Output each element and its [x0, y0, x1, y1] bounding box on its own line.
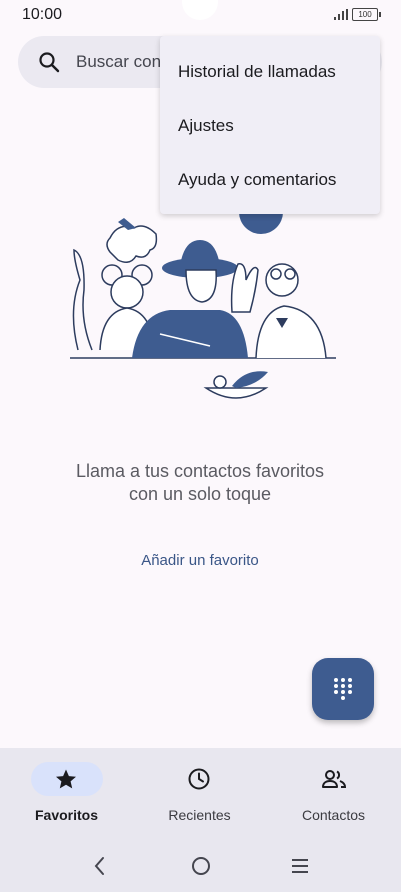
favorites-illustration: [60, 190, 340, 410]
nav-label-favorites: Favoritos: [34, 807, 98, 823]
camera-notch: [182, 0, 218, 20]
status-time: 10:00: [22, 6, 63, 23]
overflow-menu: Historial de llamadas Ajustes Ayuda y co…: [160, 36, 380, 214]
nav-item-recents[interactable]: Recientes: [133, 748, 266, 838]
status-bar: 10:00 100: [0, 0, 401, 30]
nav-label-contacts: Contactos: [301, 807, 366, 823]
home-icon[interactable]: [190, 855, 212, 877]
menu-item-help-feedback[interactable]: Ayuda y comentarios: [178, 170, 336, 190]
clock-icon: [188, 768, 210, 790]
dialpad-icon: [334, 678, 352, 700]
menu-item-settings[interactable]: Ajustes: [178, 116, 234, 136]
back-icon[interactable]: [92, 855, 108, 877]
dialpad-button[interactable]: [312, 658, 374, 720]
menu-item-call-history[interactable]: Historial de llamadas: [178, 62, 336, 82]
signal-icon: [334, 9, 348, 20]
battery-icon: 100: [352, 8, 381, 21]
star-icon: [56, 769, 76, 789]
nav-item-favorites[interactable]: Favoritos: [0, 748, 133, 838]
menu-icon[interactable]: [290, 855, 310, 877]
empty-state-message: Llama a tus contactos favoritos con un s…: [75, 461, 325, 504]
nav-label-recents: Recientes: [168, 807, 231, 823]
people-icon: [322, 770, 347, 788]
search-icon: [39, 52, 60, 73]
system-navigation-bar: [0, 852, 401, 882]
nav-item-contacts[interactable]: Contactos: [267, 748, 400, 838]
add-favorite-link[interactable]: Añadir un favorito: [100, 552, 300, 569]
